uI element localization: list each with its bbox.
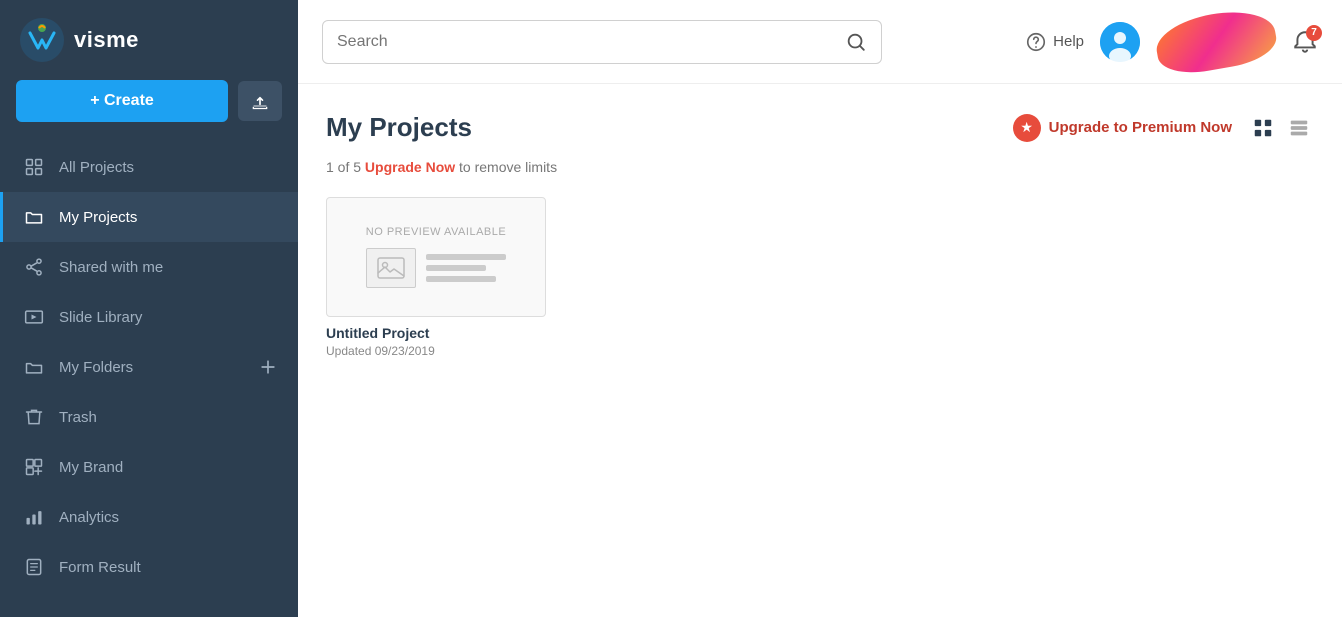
help-icon (1025, 31, 1047, 53)
form-icon (23, 556, 45, 578)
slides-icon (23, 306, 45, 328)
sidebar-item-my-brand-label: My Brand (59, 459, 278, 476)
sidebar-item-shared-with-me[interactable]: Shared with me (0, 242, 298, 292)
add-folder-button[interactable] (258, 357, 278, 377)
help-button[interactable]: Help (1025, 31, 1084, 53)
page-title: My Projects (326, 112, 472, 143)
upload-icon (250, 91, 270, 111)
grid-icon (23, 156, 45, 178)
limit-count: 1 of 5 (326, 159, 361, 175)
folder-plain-icon (23, 356, 45, 378)
limit-text: 1 of 5 Upgrade Now to remove limits (326, 159, 1314, 175)
project-preview: NO PREVIEW AVAILABLE (326, 197, 546, 317)
search-input[interactable] (337, 21, 845, 63)
preview-image-icon (366, 248, 416, 288)
sidebar-item-my-folders[interactable]: My Folders (0, 342, 298, 392)
grid-view-icon (1252, 117, 1274, 139)
sidebar-item-analytics[interactable]: Analytics (0, 492, 298, 542)
sidebar-item-form-result-label: Form Result (59, 559, 278, 576)
content-header: My Projects ★ Upgrade to Premium Now (326, 112, 1314, 143)
no-preview-label: NO PREVIEW AVAILABLE (366, 226, 506, 238)
view-toggle (1248, 113, 1314, 143)
avatar[interactable] (1100, 22, 1140, 62)
sidebar-item-slide-library[interactable]: Slide Library (0, 292, 298, 342)
logo-area: visme (0, 0, 298, 80)
sidebar-item-trash[interactable]: Trash (0, 392, 298, 442)
visme-logo-icon (20, 18, 64, 62)
sidebar-item-my-projects-label: My Projects (59, 209, 278, 226)
upgrade-text: Upgrade to Premium Now (1049, 119, 1232, 136)
sidebar-nav: All Projects My Projects Shared with me (0, 142, 298, 592)
help-label: Help (1053, 33, 1084, 50)
sidebar-actions: + Create (0, 80, 298, 142)
search-box[interactable] (322, 20, 882, 64)
sidebar-item-shared-with-me-label: Shared with me (59, 259, 278, 276)
search-button[interactable] (845, 31, 867, 53)
sidebar-item-form-result[interactable]: Form Result (0, 542, 298, 592)
grid-view-button[interactable] (1248, 113, 1278, 143)
sidebar-item-analytics-label: Analytics (59, 509, 278, 526)
topbar: Help 7 (298, 0, 1342, 84)
sidebar-item-my-brand[interactable]: My Brand (0, 442, 298, 492)
upgrade-star-icon: ★ (1013, 114, 1041, 142)
sidebar-item-slide-library-label: Slide Library (59, 309, 278, 326)
logo-text: visme (74, 27, 139, 53)
user-profile-image[interactable] (1152, 4, 1280, 79)
notification-button[interactable]: 7 (1292, 29, 1318, 55)
upgrade-link[interactable]: Upgrade Now (365, 159, 455, 175)
limit-suffix: to remove limits (459, 159, 557, 175)
content-area: My Projects ★ Upgrade to Premium Now (298, 84, 1342, 386)
sidebar-item-all-projects-label: All Projects (59, 159, 278, 176)
avatar-icon (1100, 22, 1140, 62)
project-date: Updated 09/23/2019 (326, 344, 546, 358)
preview-line-1 (426, 254, 506, 260)
share-icon (23, 256, 45, 278)
upgrade-banner[interactable]: ★ Upgrade to Premium Now (1013, 114, 1232, 142)
trash-icon (23, 406, 45, 428)
main-content: Help 7 My Projects (298, 0, 1342, 617)
sidebar-item-trash-label: Trash (59, 409, 278, 426)
notification-badge: 7 (1306, 25, 1322, 41)
preview-line-2 (426, 265, 486, 271)
preview-text-lines (426, 254, 506, 282)
analytics-icon (23, 506, 45, 528)
sidebar-item-my-folders-label: My Folders (59, 359, 244, 376)
search-icon (845, 31, 867, 53)
preview-placeholder (366, 248, 506, 288)
sidebar-item-my-projects[interactable]: My Projects (0, 192, 298, 242)
upload-button[interactable] (238, 81, 282, 121)
list-view-button[interactable] (1284, 113, 1314, 143)
project-name: Untitled Project (326, 325, 546, 341)
sidebar: visme + Create All Projects (0, 0, 298, 617)
brand-icon (23, 456, 45, 478)
topbar-right: Help 7 (1025, 14, 1318, 69)
list-view-icon (1288, 117, 1310, 139)
folder-icon (23, 206, 45, 228)
preview-line-3 (426, 276, 496, 282)
create-button[interactable]: + Create (16, 80, 228, 122)
projects-grid: NO PREVIEW AVAILABLE (326, 197, 1314, 358)
project-card[interactable]: NO PREVIEW AVAILABLE (326, 197, 546, 358)
sidebar-item-all-projects[interactable]: All Projects (0, 142, 298, 192)
image-placeholder-icon (377, 257, 405, 279)
